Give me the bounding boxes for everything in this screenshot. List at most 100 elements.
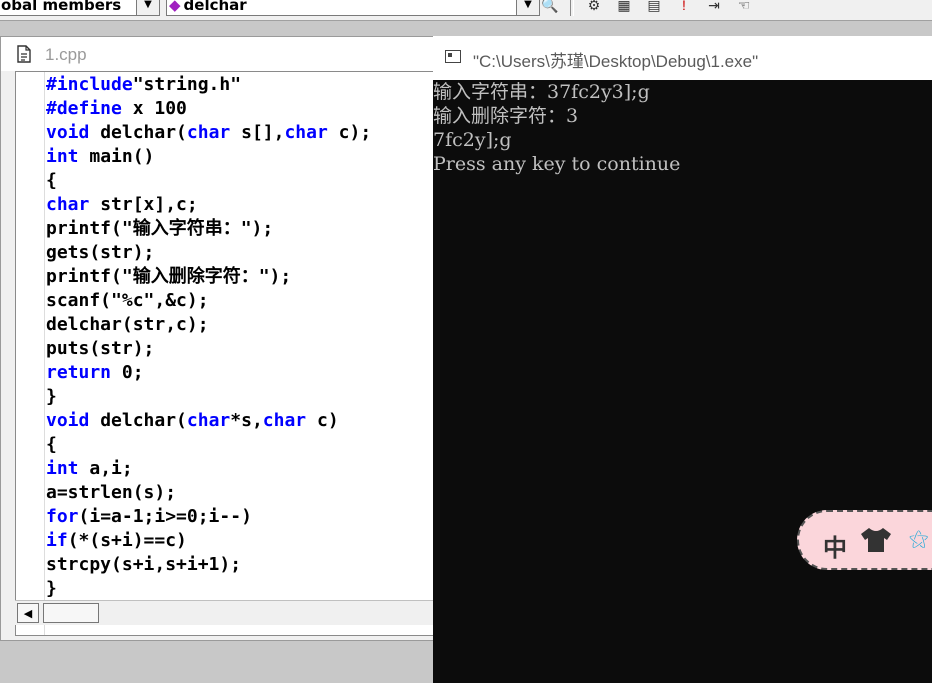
code-text: {	[46, 434, 57, 455]
grid-icon[interactable]: ▤	[644, 0, 664, 14]
code-keyword: #define	[46, 98, 122, 119]
step-icon[interactable]: ⇥	[704, 0, 724, 14]
code-keyword: int	[46, 458, 79, 479]
code-text: scanf("%c",&c);	[46, 290, 209, 311]
code-keyword: #include	[46, 74, 133, 95]
code-line: if(*(s+i)==c)	[46, 529, 371, 553]
code-line: #define x 100	[46, 97, 371, 121]
code-keyword: for	[46, 506, 79, 527]
console-output-line: Press any key to continue	[433, 153, 681, 175]
code-text: printf("输入删除字符：");	[46, 266, 292, 287]
code-keyword: return	[46, 362, 112, 383]
code-line: char str[x],c;	[46, 193, 371, 217]
ime-mode-label[interactable]: 中	[823, 528, 847, 563]
code-text: {	[46, 170, 57, 191]
skin-shirt-icon[interactable]	[859, 526, 893, 554]
code-line: void delchar(char*s,char c)	[46, 409, 371, 433]
code-keyword: char	[46, 194, 90, 215]
code-line: }	[46, 385, 371, 409]
code-text: printf("输入字符串：");	[46, 218, 274, 239]
editor-tab-title: 1.cpp	[45, 45, 87, 64]
code-keyword: char	[284, 122, 328, 143]
code-text: a,i;	[78, 458, 133, 479]
code-text: 0;	[111, 362, 144, 383]
code-line: {	[46, 433, 371, 457]
chevron-down-icon[interactable]: ▼	[516, 0, 539, 15]
code-line: void delchar(char s[],char c);	[46, 121, 371, 145]
console-app-icon	[445, 50, 461, 63]
code-text: c)	[306, 410, 339, 431]
scroll-left-icon[interactable]: ◀	[17, 603, 39, 623]
code-text: (*(s+i)==c)	[67, 530, 187, 551]
editor-window: 1.cpp #include"string.h" #define x 100 voi…	[0, 36, 441, 641]
ime-settings-icon[interactable]: ⚝	[909, 528, 928, 551]
code-text: delchar(	[89, 410, 187, 431]
code-line: {	[46, 169, 371, 193]
code-line: puts(str);	[46, 337, 371, 361]
code-line: strcpy(s+i,s+i+1);	[46, 553, 371, 577]
code-lines[interactable]: #include"string.h" #define x 100 void delc…	[46, 73, 371, 601]
members-combo[interactable]: obal members ▼	[0, 0, 160, 16]
chevron-down-icon[interactable]: ▼	[136, 0, 159, 15]
code-line: printf("输入字符串：");	[46, 217, 371, 241]
code-text: gets(str);	[46, 242, 155, 263]
toolbar-separator	[570, 0, 574, 16]
code-text: delchar(str,c);	[46, 314, 209, 335]
function-combo-value: delchar	[183, 0, 247, 14]
hand-icon[interactable]: ☜	[734, 0, 754, 14]
code-text: "string.h"	[132, 74, 242, 95]
console-output-line: 输入字符串：37fc2y3];g	[433, 81, 650, 103]
code-line: #include"string.h"	[46, 73, 371, 97]
members-combo-value: obal members	[1, 0, 122, 14]
console-window: "C:\Users\苏瑾\Desktop\Debug\1.exe" 输入字符串：…	[433, 36, 932, 683]
editor-gutter	[16, 72, 45, 635]
console-output: 输入字符串：37fc2y3];g 输入删除字符：3 7fc2y];g Press an…	[433, 80, 932, 176]
code-text: puts(str);	[46, 338, 155, 359]
code-line: for(i=a-1;i>=0;i--)	[46, 505, 371, 529]
find-icon[interactable]: 🔍	[540, 0, 560, 14]
code-keyword: void	[46, 410, 90, 431]
toolbar-icons: 🔍 ⚙ ▦ ▤ ! ⇥ ☜	[540, 0, 754, 16]
toolbar: obal members ▼ ◆ delchar ▼ 🔍 ⚙ ▦ ▤ ! ⇥ ☜	[0, 0, 932, 21]
console-output-line: 输入删除字符：3	[433, 105, 579, 127]
code-line: int main()	[46, 145, 371, 169]
code-keyword: if	[46, 530, 68, 551]
compile-icon[interactable]: ▦	[614, 0, 634, 14]
function-combo[interactable]: ◆ delchar ▼	[166, 0, 540, 16]
function-gem-icon: ◆	[169, 0, 181, 14]
code-text: main()	[78, 146, 155, 167]
editor-title-bar: 1.cpp	[1, 37, 439, 71]
code-text: }	[46, 386, 57, 407]
code-editor[interactable]: #include"string.h" #define x 100 void delc…	[15, 71, 441, 636]
code-text: s[],	[230, 122, 285, 143]
code-line: int a,i;	[46, 457, 371, 481]
code-text: c);	[327, 122, 372, 143]
code-keyword: int	[46, 146, 79, 167]
horizontal-scrollbar[interactable]: ◀	[15, 600, 441, 625]
build-icon[interactable]: ⚙	[584, 0, 604, 14]
code-line: gets(str);	[46, 241, 371, 265]
code-line: printf("输入删除字符：");	[46, 265, 371, 289]
code-text: strcpy(s+i,s+i+1);	[46, 554, 242, 575]
console-title: "C:\Users\苏瑾\Desktop\Debug\1.exe"	[473, 52, 759, 71]
code-line: delchar(str,c);	[46, 313, 371, 337]
code-keyword: char	[186, 122, 231, 143]
code-text: }	[46, 578, 57, 599]
code-line: a=strlen(s);	[46, 481, 371, 505]
code-keyword: char	[186, 410, 231, 431]
source-file-icon	[17, 45, 31, 63]
console-output-line: 7fc2y];g	[433, 129, 512, 151]
code-text: *s,	[230, 410, 263, 431]
code-keyword: char	[262, 410, 307, 431]
run-icon[interactable]: !	[674, 0, 694, 14]
scrollbar-thumb[interactable]	[43, 603, 99, 623]
code-line: }	[46, 577, 371, 601]
console-title-bar: "C:\Users\苏瑾\Desktop\Debug\1.exe"	[433, 36, 932, 80]
code-text: a=strlen(s);	[46, 482, 177, 503]
code-text: x 100	[121, 98, 187, 119]
code-text: (i=a-1;i>=0;i--)	[78, 506, 252, 527]
code-text: str[x],c;	[89, 194, 198, 215]
ime-toolbar[interactable]: 中 ⚝	[797, 510, 932, 570]
code-keyword: void	[46, 122, 90, 143]
code-line: scanf("%c",&c);	[46, 289, 371, 313]
